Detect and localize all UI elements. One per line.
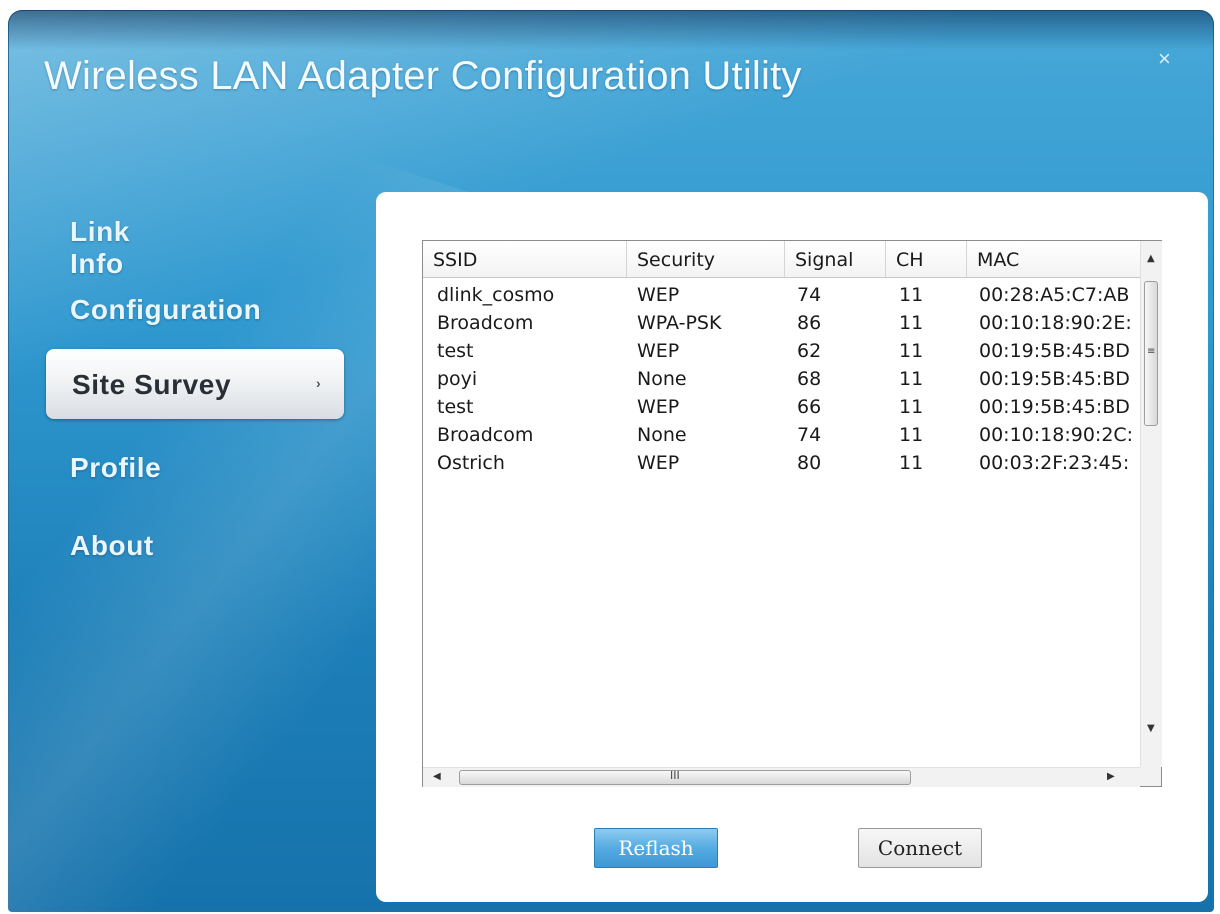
cell-security: WEP <box>637 396 680 418</box>
cell-mac: 00:03:2F:23:45: <box>979 452 1130 474</box>
cell-security: WPA-PSK <box>637 312 722 334</box>
scroll-down-icon[interactable]: ▼ <box>1147 723 1155 734</box>
cell-mac: 00:19:5B:45:BD <box>979 340 1130 362</box>
cell-channel: 11 <box>899 452 924 474</box>
cell-ssid: dlink_cosmo <box>437 284 555 306</box>
cell-channel: 11 <box>899 312 924 334</box>
list-header: SSID Security Signal CH MAC <box>423 241 1140 278</box>
cell-ssid: poyi <box>437 368 478 390</box>
cell-signal: 68 <box>797 368 822 390</box>
cell-security: WEP <box>637 452 680 474</box>
cell-mac: 00:19:5B:45:BD <box>979 368 1130 390</box>
sidebar-item-site-survey[interactable]: Site Survey › <box>46 349 344 419</box>
scroll-up-icon[interactable]: ▲ <box>1147 253 1155 264</box>
list-row[interactable]: test WEP 66 11 00:19:5B:45:BD <box>423 393 1140 421</box>
site-survey-list[interactable]: SSID Security Signal CH MAC dlink_cosmo … <box>422 240 1162 787</box>
horizontal-scrollbar[interactable]: ◀ III ▶ <box>423 767 1140 787</box>
sidebar-item-about[interactable]: About <box>70 530 154 562</box>
cell-channel: 11 <box>899 368 924 390</box>
cell-mac: 00:10:18:90:2E: <box>979 312 1132 334</box>
cell-ssid: test <box>437 396 474 418</box>
sidebar-item-configuration[interactable]: Configuration <box>70 294 261 326</box>
cell-ssid: Ostrich <box>437 452 505 474</box>
column-header-ssid[interactable]: SSID <box>423 241 627 277</box>
scroll-right-icon[interactable]: ▶ <box>1107 771 1115 782</box>
scroll-left-icon[interactable]: ◀ <box>433 771 441 782</box>
cell-signal: 74 <box>797 424 822 446</box>
cell-signal: 74 <box>797 284 822 306</box>
column-header-security[interactable]: Security <box>627 241 785 277</box>
cell-security: None <box>637 368 687 390</box>
cell-channel: 11 <box>899 284 924 306</box>
list-row[interactable]: poyi None 68 11 00:19:5B:45:BD <box>423 365 1140 393</box>
cell-signal: 80 <box>797 452 822 474</box>
horizontal-scroll-thumb[interactable]: III <box>459 769 911 785</box>
cell-signal: 66 <box>797 396 822 418</box>
cell-security: WEP <box>637 284 680 306</box>
list-row[interactable]: Broadcom WPA-PSK 86 11 00:10:18:90:2E: <box>423 309 1140 337</box>
column-header-ch[interactable]: CH <box>886 241 967 277</box>
refresh-button[interactable]: Reflash <box>594 828 718 868</box>
sidebar-item-label: Site Survey <box>72 369 232 400</box>
cell-channel: 11 <box>899 424 924 446</box>
cell-security: WEP <box>637 340 680 362</box>
grip-icon: ≡ <box>1147 346 1156 357</box>
chevron-right-icon: › <box>316 375 322 391</box>
sidebar-item-profile[interactable]: Profile <box>70 452 161 484</box>
cell-ssid: Broadcom <box>437 424 534 446</box>
cell-ssid: test <box>437 340 474 362</box>
list-row[interactable]: test WEP 62 11 00:19:5B:45:BD <box>423 337 1140 365</box>
vertical-scroll-thumb[interactable]: ≡ <box>1144 281 1158 426</box>
cell-channel: 11 <box>899 340 924 362</box>
column-header-signal[interactable]: Signal <box>785 241 886 277</box>
content-panel: SSID Security Signal CH MAC dlink_cosmo … <box>376 192 1208 902</box>
list-row[interactable]: Broadcom None 74 11 00:10:18:90:2C: <box>423 421 1140 449</box>
column-header-mac[interactable]: MAC <box>967 241 1140 277</box>
app-window: Wireless LAN Adapter Configuration Utili… <box>8 10 1214 912</box>
cell-signal: 86 <box>797 312 822 334</box>
cell-channel: 11 <box>899 396 924 418</box>
vertical-scrollbar[interactable]: ▲ ≡ ▼ <box>1140 241 1162 767</box>
connect-button[interactable]: Connect <box>858 828 982 868</box>
scrollbar-corner <box>1140 767 1161 786</box>
cell-mac: 00:19:5B:45:BD <box>979 396 1130 418</box>
cell-mac: 00:28:A5:C7:AB <box>979 284 1130 306</box>
list-row[interactable]: dlink_cosmo WEP 74 11 00:28:A5:C7:AB <box>423 281 1140 309</box>
cell-security: None <box>637 424 687 446</box>
cell-mac: 00:10:18:90:2C: <box>979 424 1134 446</box>
cell-signal: 62 <box>797 340 822 362</box>
close-icon[interactable]: × <box>1158 48 1171 70</box>
window-title: Wireless LAN Adapter Configuration Utili… <box>44 54 802 98</box>
grip-icon: III <box>670 769 680 782</box>
list-row[interactable]: Ostrich WEP 80 11 00:03:2F:23:45: <box>423 449 1140 477</box>
sidebar-item-link-info[interactable]: Link Info <box>70 216 130 280</box>
cell-ssid: Broadcom <box>437 312 534 334</box>
